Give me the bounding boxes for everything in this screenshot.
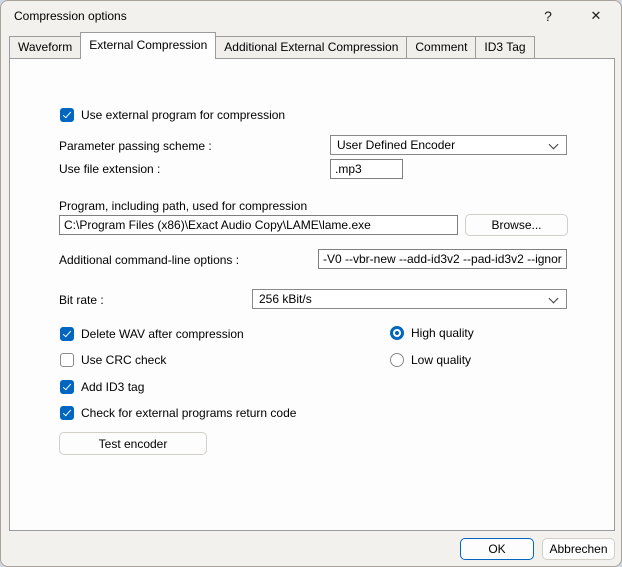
crc-checkbox[interactable]: Use CRC check <box>60 352 166 367</box>
chevron-down-icon <box>549 294 559 304</box>
checkbox-unchecked-icon[interactable] <box>60 353 74 367</box>
delete-wav-checkbox[interactable]: Delete WAV after compression <box>60 326 244 341</box>
scheme-dropdown[interactable]: User Defined Encoder <box>330 135 567 155</box>
high-quality-radio[interactable]: High quality <box>390 325 474 340</box>
bitrate-value: 256 kBit/s <box>259 292 312 306</box>
checkbox-checked-icon[interactable] <box>60 108 74 122</box>
crc-label: Use CRC check <box>81 353 166 367</box>
tab-strip: Waveform External Compression Additional… <box>9 32 535 59</box>
program-path-input[interactable] <box>59 215 458 235</box>
radio-selected-icon[interactable] <box>390 326 404 340</box>
check-icon <box>63 109 71 118</box>
window-title: Compression options <box>14 1 127 31</box>
check-icon <box>63 328 71 337</box>
title-bar[interactable]: Compression options ? ✕ <box>1 1 621 31</box>
tab-comment[interactable]: Comment <box>407 36 476 59</box>
program-label: Program, including path, used for compre… <box>59 199 307 213</box>
tab-additional-external-compression[interactable]: Additional External Compression <box>216 36 407 59</box>
extension-input[interactable] <box>330 159 403 179</box>
compression-options-dialog: Compression options ? ✕ Waveform Externa… <box>0 0 622 567</box>
help-button[interactable]: ? <box>527 1 569 31</box>
browse-button[interactable]: Browse... <box>465 214 568 236</box>
checkbox-checked-icon[interactable] <box>60 406 74 420</box>
tab-external-compression[interactable]: External Compression <box>80 32 216 59</box>
scheme-value: User Defined Encoder <box>337 138 455 152</box>
use-external-checkbox[interactable]: Use external program for compression <box>60 107 285 122</box>
delete-wav-label: Delete WAV after compression <box>81 327 244 341</box>
check-icon <box>63 407 71 416</box>
close-button[interactable]: ✕ <box>575 1 617 31</box>
bitrate-dropdown[interactable]: 256 kBit/s <box>252 289 567 309</box>
ok-button[interactable]: OK <box>460 538 534 560</box>
chevron-down-icon <box>549 140 559 150</box>
checkbox-checked-icon[interactable] <box>60 327 74 341</box>
cmdline-input[interactable] <box>318 249 567 269</box>
return-code-checkbox[interactable]: Check for external programs return code <box>60 405 296 420</box>
external-compression-panel: Use external program for compression Par… <box>9 58 615 531</box>
low-quality-label: Low quality <box>411 353 471 367</box>
return-code-label: Check for external programs return code <box>81 406 296 420</box>
add-id3-checkbox[interactable]: Add ID3 tag <box>60 379 144 394</box>
test-encoder-button[interactable]: Test encoder <box>59 432 207 455</box>
scheme-label: Parameter passing scheme : <box>59 139 212 153</box>
radio-dot-icon <box>395 331 399 335</box>
cancel-button[interactable]: Abbrechen <box>542 538 615 560</box>
tab-id3-tag[interactable]: ID3 Tag <box>476 36 534 59</box>
add-id3-label: Add ID3 tag <box>81 380 144 394</box>
extension-label: Use file extension : <box>59 162 160 176</box>
cmdline-label: Additional command-line options : <box>59 253 239 267</box>
low-quality-radio[interactable]: Low quality <box>390 352 471 367</box>
high-quality-label: High quality <box>411 326 474 340</box>
checkbox-checked-icon[interactable] <box>60 380 74 394</box>
tab-waveform[interactable]: Waveform <box>9 36 81 59</box>
check-icon <box>63 381 71 390</box>
use-external-label: Use external program for compression <box>81 108 285 122</box>
radio-unselected-icon[interactable] <box>390 353 404 367</box>
bitrate-label: Bit rate : <box>59 293 104 307</box>
